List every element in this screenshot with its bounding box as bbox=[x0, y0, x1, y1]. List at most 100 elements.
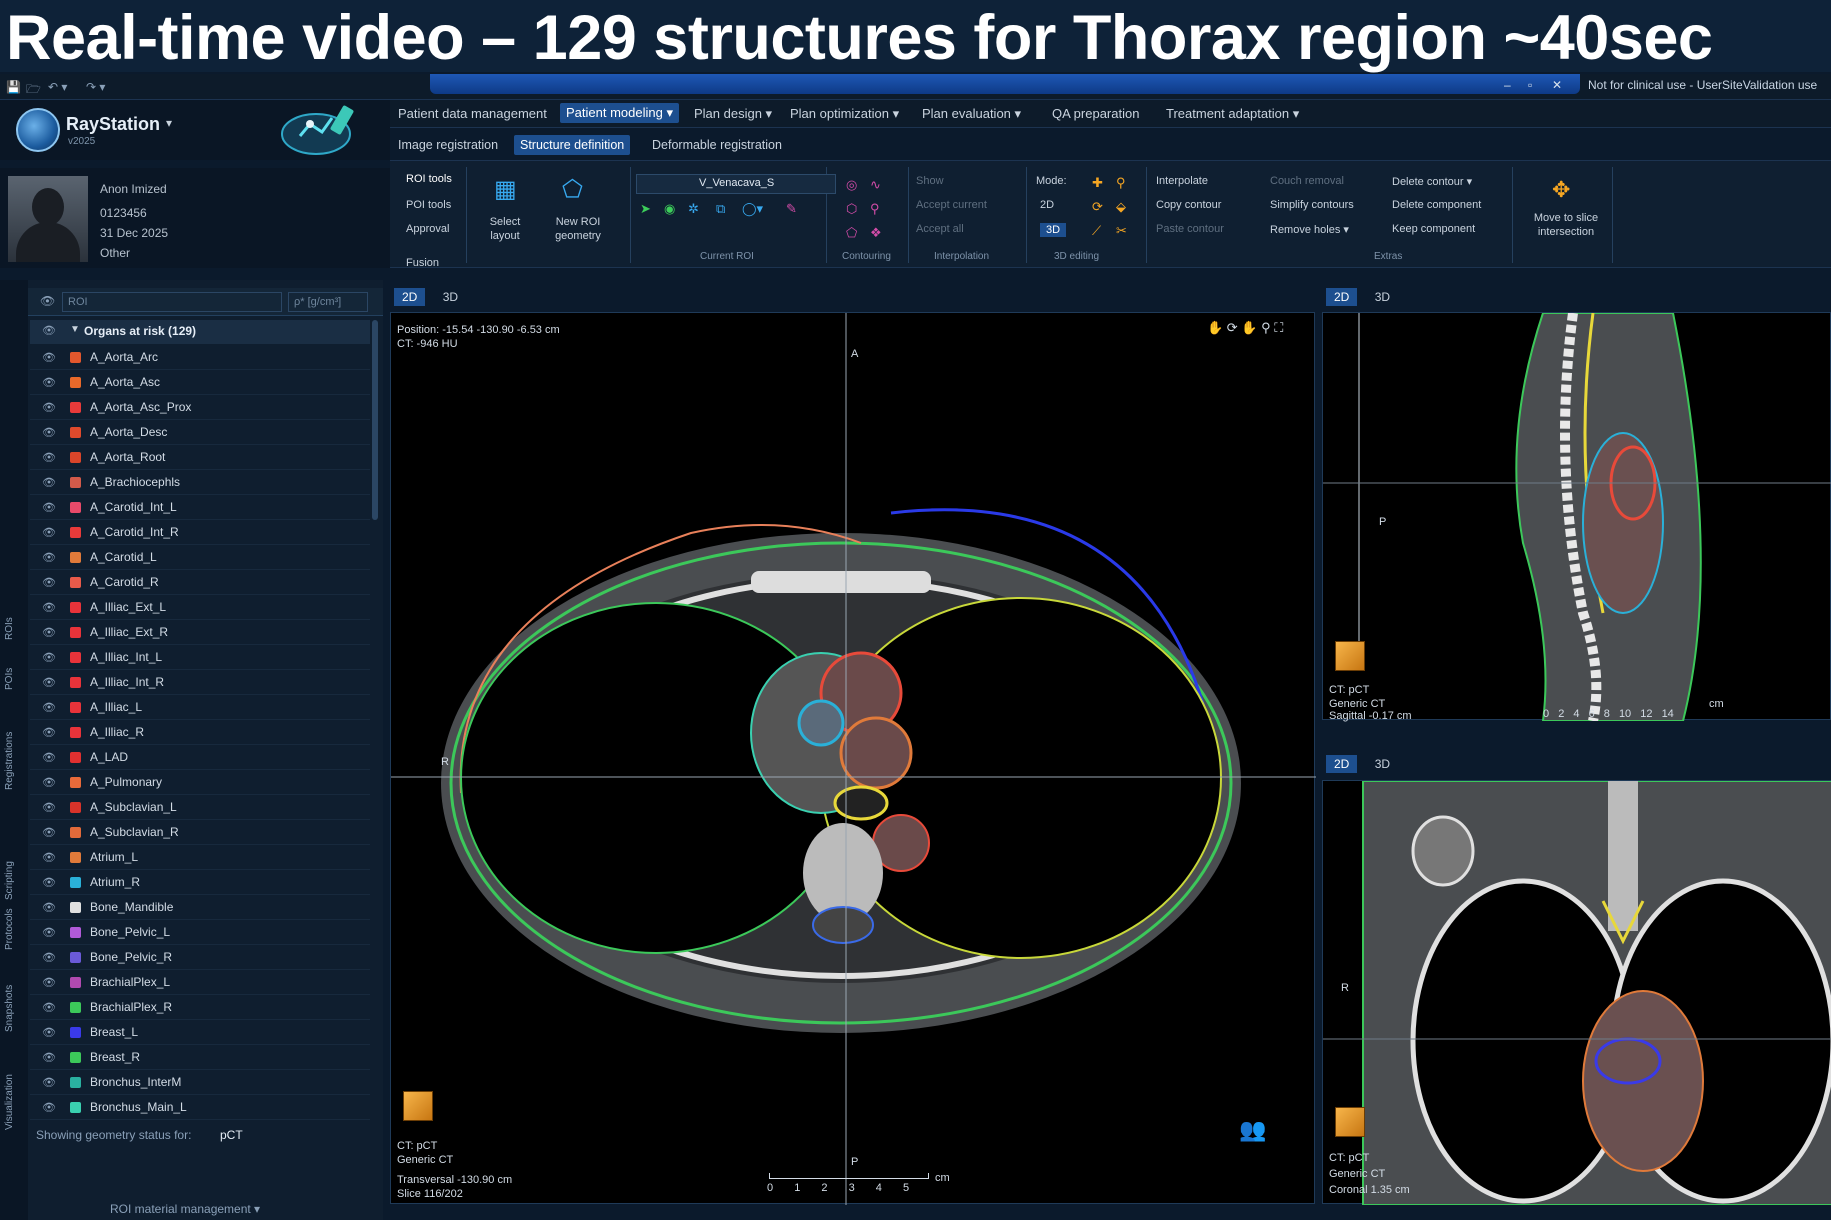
roi-color-swatch[interactable] bbox=[70, 1102, 81, 1113]
roi-row[interactable]: 👁 Bronchus_InterM bbox=[30, 1070, 370, 1095]
minimize-button[interactable]: – bbox=[1504, 78, 1511, 92]
roi-row[interactable]: 👁 Bone_Mandible bbox=[30, 895, 370, 920]
visibility-icon[interactable]: 👁 bbox=[42, 651, 56, 664]
region-grow-icon[interactable]: ⬡ bbox=[846, 201, 857, 217]
visibility-icon[interactable]: 👁 bbox=[42, 1001, 56, 1014]
roi-color-swatch[interactable] bbox=[70, 502, 81, 513]
roi-row[interactable]: 👁 A_Pulmonary bbox=[30, 770, 370, 795]
roi-color-swatch[interactable] bbox=[70, 427, 81, 438]
visibility-icon[interactable]: 👁 bbox=[42, 451, 56, 464]
visibility-icon[interactable]: 👁 bbox=[42, 501, 56, 514]
roi-row[interactable]: 👁 Bronchus_Main_L bbox=[30, 1095, 370, 1120]
visibility-icon[interactable]: 👁 bbox=[42, 1026, 56, 1039]
roi-filter-input[interactable]: ROI bbox=[62, 292, 282, 312]
roi-color-swatch[interactable] bbox=[70, 1077, 81, 1088]
tab-image-registration[interactable]: Image registration bbox=[392, 135, 504, 155]
roi-color-swatch[interactable] bbox=[70, 402, 81, 413]
menu-plan-evaluation[interactable]: Plan evaluation ▾ bbox=[922, 106, 1021, 122]
rotate-tool-icon[interactable]: ⟳ bbox=[1092, 199, 1103, 215]
vtab-registrations[interactable]: Registrations bbox=[4, 732, 15, 790]
move-tool-icon[interactable]: ✚ bbox=[1092, 175, 1103, 191]
ribbon-tab-approval[interactable]: Approval bbox=[406, 223, 449, 235]
view-toolbar-icons[interactable]: ✋ ⟳ ✋ ⚲ ⛶ bbox=[1207, 321, 1283, 335]
roi-density-input[interactable]: ρ* [g/cm³] bbox=[288, 292, 368, 312]
tab-2d[interactable]: 2D bbox=[394, 288, 426, 306]
brand-name[interactable]: RayStation bbox=[66, 114, 160, 135]
remove-holes-button[interactable]: Remove holes ▾ bbox=[1270, 223, 1349, 236]
roi-row[interactable]: 👁 A_Subclavian_R bbox=[30, 820, 370, 845]
roi-row[interactable]: 👁 A_LAD bbox=[30, 745, 370, 770]
vtab-snapshots[interactable]: Snapshots bbox=[4, 985, 15, 1032]
settings-icon[interactable]: ✲ bbox=[688, 201, 699, 217]
show-interpolation-button[interactable]: Show bbox=[916, 175, 944, 187]
tab-deformable-registration[interactable]: Deformable registration bbox=[646, 135, 788, 155]
coronal-view[interactable]: R CT: pCT Generic CT Coronal 1.35 cm bbox=[1322, 780, 1831, 1205]
fill-tool-icon[interactable]: ⬙ bbox=[1116, 199, 1126, 215]
roi-row[interactable]: 👁 Breast_L bbox=[30, 1020, 370, 1045]
roi-color-swatch[interactable] bbox=[70, 577, 81, 588]
roi-row[interactable]: 👁 Bone_Pelvic_L bbox=[30, 920, 370, 945]
menu-treatment-adaptation[interactable]: Treatment adaptation ▾ bbox=[1166, 106, 1299, 122]
brush-icon[interactable]: ⚲ bbox=[870, 201, 880, 217]
chevron-down-icon[interactable]: ▾ bbox=[166, 116, 172, 130]
roi-color-swatch[interactable] bbox=[70, 952, 81, 963]
roi-row[interactable]: 👁 A_Carotid_R bbox=[30, 570, 370, 595]
undo-button[interactable]: ↶ ▾ bbox=[48, 80, 67, 94]
visibility-icon[interactable]: 👁 bbox=[42, 551, 56, 564]
zoom-tool-icon[interactable]: ⚲ bbox=[1116, 175, 1126, 191]
roi-color-swatch[interactable] bbox=[70, 1002, 81, 1013]
roi-row[interactable]: 👁 A_Carotid_L bbox=[30, 545, 370, 570]
chevron-down-icon[interactable]: ▼ bbox=[70, 324, 80, 335]
delete-contour-button[interactable]: Delete contour ▾ bbox=[1392, 175, 1472, 188]
copy-icon[interactable]: ⧉ bbox=[716, 201, 725, 217]
visibility-icon[interactable]: 👁 bbox=[42, 576, 56, 589]
roi-color-swatch[interactable] bbox=[70, 627, 81, 638]
vtab-visualization[interactable]: Visualization bbox=[4, 1074, 15, 1130]
roi-color-swatch[interactable] bbox=[70, 877, 81, 888]
contour-tool-icon[interactable]: ◯▾ bbox=[742, 201, 763, 217]
roi-row[interactable]: 👁 A_Aorta_Desc bbox=[30, 420, 370, 445]
visibility-icon[interactable]: 👁 bbox=[42, 926, 56, 939]
move-to-slice-button[interactable]: Move to slice intersection bbox=[1526, 211, 1606, 239]
roi-row[interactable]: 👁 BrachialPlex_R bbox=[30, 995, 370, 1020]
roi-color-swatch[interactable] bbox=[70, 602, 81, 613]
roi-color-swatch[interactable] bbox=[70, 677, 81, 688]
line-tool-icon[interactable]: ⟋ bbox=[1092, 223, 1101, 239]
mode-2d-button[interactable]: 2D bbox=[1040, 199, 1054, 211]
vtab-protocols[interactable]: Protocols bbox=[4, 908, 15, 950]
ribbon-tab-poi-tools[interactable]: POI tools bbox=[406, 199, 451, 211]
menu-plan-optimization[interactable]: Plan optimization ▾ bbox=[790, 106, 899, 122]
couch-removal-button[interactable]: Couch removal bbox=[1270, 175, 1344, 187]
roi-color-swatch[interactable] bbox=[70, 852, 81, 863]
visibility-icon[interactable]: 👁 bbox=[42, 901, 56, 914]
save-icon[interactable]: 💾 bbox=[6, 80, 21, 94]
accept-current-button[interactable]: Accept current bbox=[916, 199, 987, 211]
vtab-scripting[interactable]: Scripting bbox=[4, 861, 15, 900]
roi-row[interactable]: 👁 A_Subclavian_L bbox=[30, 795, 370, 820]
roi-row[interactable]: 👁 A_Aorta_Asc bbox=[30, 370, 370, 395]
tab-structure-definition[interactable]: Structure definition bbox=[514, 135, 631, 155]
menu-plan-design[interactable]: Plan design ▾ bbox=[694, 106, 772, 122]
tab-2d[interactable]: 2D bbox=[1326, 288, 1358, 306]
scale-tool-icon[interactable]: ✂ bbox=[1116, 223, 1127, 239]
paint-icon[interactable]: ✎ bbox=[786, 201, 797, 217]
roi-color-swatch[interactable] bbox=[70, 527, 81, 538]
visibility-icon[interactable]: 👁 bbox=[42, 476, 56, 489]
visibility-icon[interactable]: 👁 bbox=[42, 401, 56, 414]
interpolate-button[interactable]: Interpolate bbox=[1156, 175, 1208, 187]
sagittal-view[interactable]: P CT: pCT Generic CT Sagittal -0.17 cm 0… bbox=[1322, 312, 1831, 722]
roi-color-swatch[interactable] bbox=[70, 902, 81, 913]
group-visibility-icon[interactable]: 👁 bbox=[42, 324, 56, 337]
circle-tool-icon[interactable]: ◎ bbox=[846, 177, 857, 193]
ribbon-tab-roi-tools[interactable]: ROI tools bbox=[406, 173, 452, 185]
roi-color-swatch[interactable] bbox=[70, 377, 81, 388]
roi-row[interactable]: 👁 A_Illiac_L bbox=[30, 695, 370, 720]
roi-color-swatch[interactable] bbox=[70, 977, 81, 988]
roi-row[interactable]: 👁 Atrium_L bbox=[30, 845, 370, 870]
roi-color-swatch[interactable] bbox=[70, 827, 81, 838]
eraser-icon[interactable]: ⬠ bbox=[846, 225, 857, 241]
roi-color-swatch[interactable] bbox=[70, 727, 81, 738]
visibility-icon[interactable]: 👁 bbox=[42, 376, 56, 389]
cursor-icon[interactable]: ➤ bbox=[640, 201, 651, 217]
orientation-cube-icon[interactable] bbox=[1335, 1107, 1365, 1137]
